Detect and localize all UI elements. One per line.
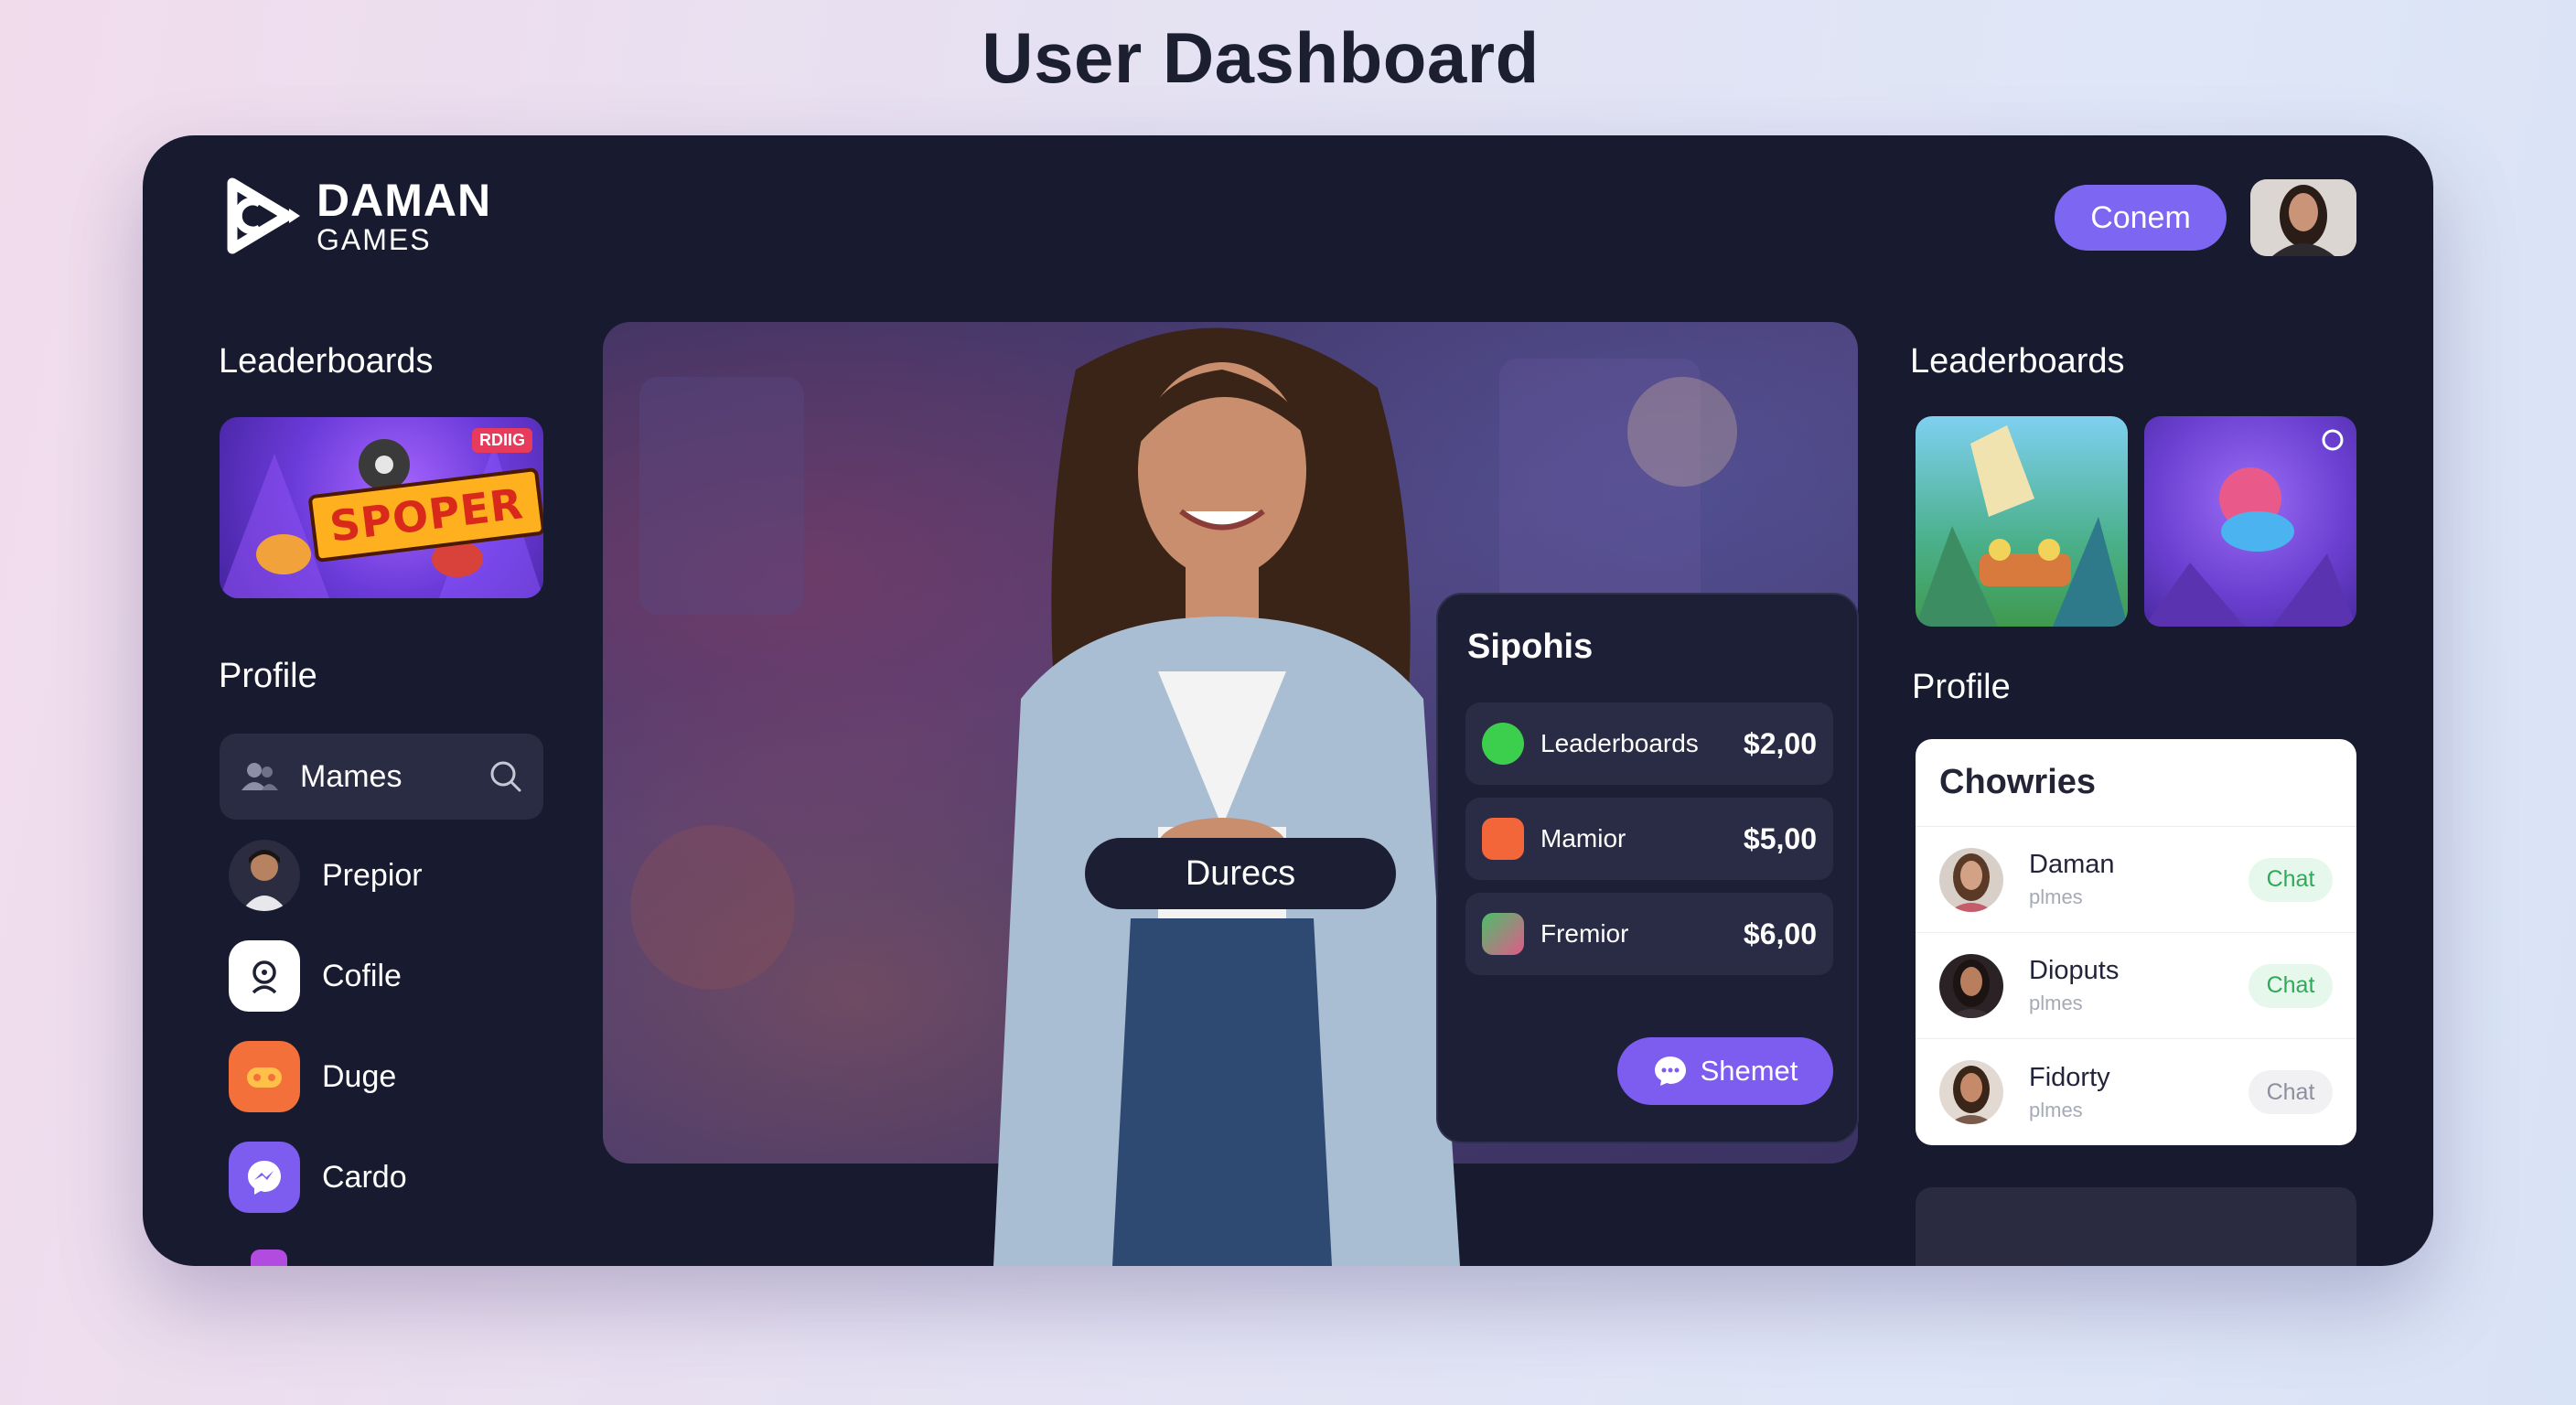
earnings-row-value: $2,00: [1743, 726, 1817, 760]
avatar-icon: [229, 840, 300, 911]
brand-name: DAMAN: [317, 175, 492, 226]
contact-avatar: [1939, 1060, 2003, 1124]
users-icon: [242, 763, 278, 790]
menu-label: Duge: [322, 1058, 397, 1094]
contacts-card-title: Chowries: [1916, 739, 2356, 827]
profile-title-left: Profile: [219, 657, 317, 695]
leaf-icon: [1482, 723, 1524, 765]
profile-icon: [229, 940, 300, 1012]
game-art: [1916, 425, 2128, 627]
play-logo-icon: [227, 177, 300, 254]
share-button-label: Shemet: [1700, 1055, 1798, 1087]
hero-person-photo: [993, 327, 1460, 1266]
chat-button[interactable]: Chat: [2249, 1070, 2333, 1114]
contacts-card: Chowries Daman plmes Chat Dioputs plmes …: [1916, 739, 2356, 1145]
game-badge: RDIIG: [471, 428, 532, 453]
contact-name: Dioputs: [2029, 956, 2120, 985]
contact-avatar: [1939, 953, 2003, 1018]
hero-label-pill[interactable]: Durecs: [1085, 838, 1396, 909]
chat-bubble-icon: [1654, 1056, 1686, 1086]
contact-row[interactable]: Dioputs plmes Chat: [1916, 933, 2356, 1039]
brand-subtitle: GAMES: [317, 223, 432, 256]
menu-label: Cofile: [322, 958, 402, 993]
earnings-row-value: $6,00: [1743, 917, 1817, 950]
menu-item-prepior[interactable]: Prepior: [229, 840, 423, 911]
menu-label: Cardo: [322, 1159, 407, 1195]
contact-row[interactable]: Daman plmes Chat: [1916, 827, 2356, 933]
leaderboard-game-thumbnail[interactable]: [2144, 416, 2356, 627]
dashboard-window: DAMAN GAMES Conem Leaderboards SPOPER RD…: [143, 135, 2433, 1266]
brand-logo[interactable]: DAMAN GAMES: [223, 176, 491, 256]
leaderboard-game-thumbnail[interactable]: [1916, 416, 2128, 627]
contact-row[interactable]: Fidorty plmes Chat: [1916, 1039, 2356, 1145]
game-character-icon: [1482, 818, 1524, 860]
featured-game-thumbnail[interactable]: SPOPER RDIIG: [220, 417, 543, 598]
earnings-row[interactable]: Mamior $5,00: [1465, 798, 1833, 880]
share-button[interactable]: Shemet: [1617, 1037, 1833, 1105]
earnings-row-label: Leaderboards: [1540, 729, 1699, 757]
partial-menu-icon: [251, 1249, 287, 1266]
user-photo: [2250, 179, 2356, 256]
gamepad-icon: [229, 1041, 300, 1112]
earnings-row-value: $5,00: [1743, 821, 1817, 855]
profile-title-right: Profile: [1912, 668, 2011, 706]
search-label: Mames: [300, 758, 402, 794]
leaderboards-title-left: Leaderboards: [219, 342, 434, 381]
menu-label: Prepior: [322, 857, 423, 893]
earnings-card-title: Sipohis: [1467, 627, 1594, 666]
leaderboards-title-right: Leaderboards: [1910, 342, 2125, 381]
menu-item-cofile[interactable]: Cofile: [229, 940, 402, 1012]
game-art: [2144, 429, 2356, 627]
earnings-row-label: Mamior: [1540, 824, 1626, 853]
messenger-icon: [229, 1142, 300, 1213]
contact-status: plmes: [2029, 992, 2083, 1014]
chat-button[interactable]: Chat: [2249, 857, 2333, 902]
partial-bottom-card: [1916, 1187, 2356, 1266]
game-map-icon: [1482, 913, 1524, 955]
menu-item-cardo[interactable]: Cardo: [229, 1142, 407, 1213]
contact-status: plmes: [2029, 1098, 2083, 1121]
contact-avatar: [1939, 847, 2003, 912]
connect-button[interactable]: Conem: [2055, 185, 2227, 251]
earnings-row[interactable]: Leaderboards $2,00: [1465, 702, 1833, 785]
contact-name: Daman: [2029, 850, 2115, 879]
user-avatar[interactable]: [2250, 179, 2356, 256]
contact-name: Fidorty: [2029, 1062, 2110, 1092]
earnings-card: Sipohis Leaderboards $2,00 Mamior $5,00 …: [1436, 593, 1859, 1143]
menu-item-duge[interactable]: Duge: [229, 1041, 396, 1112]
search-icon[interactable]: [488, 759, 523, 794]
chat-button[interactable]: Chat: [2249, 963, 2333, 1008]
contact-status: plmes: [2029, 885, 2083, 908]
earnings-row-label: Fremior: [1540, 919, 1629, 948]
page-title: User Dashboard: [982, 17, 1540, 98]
earnings-row[interactable]: Fremior $6,00: [1465, 893, 1833, 975]
names-search-field[interactable]: Mames: [220, 734, 543, 820]
